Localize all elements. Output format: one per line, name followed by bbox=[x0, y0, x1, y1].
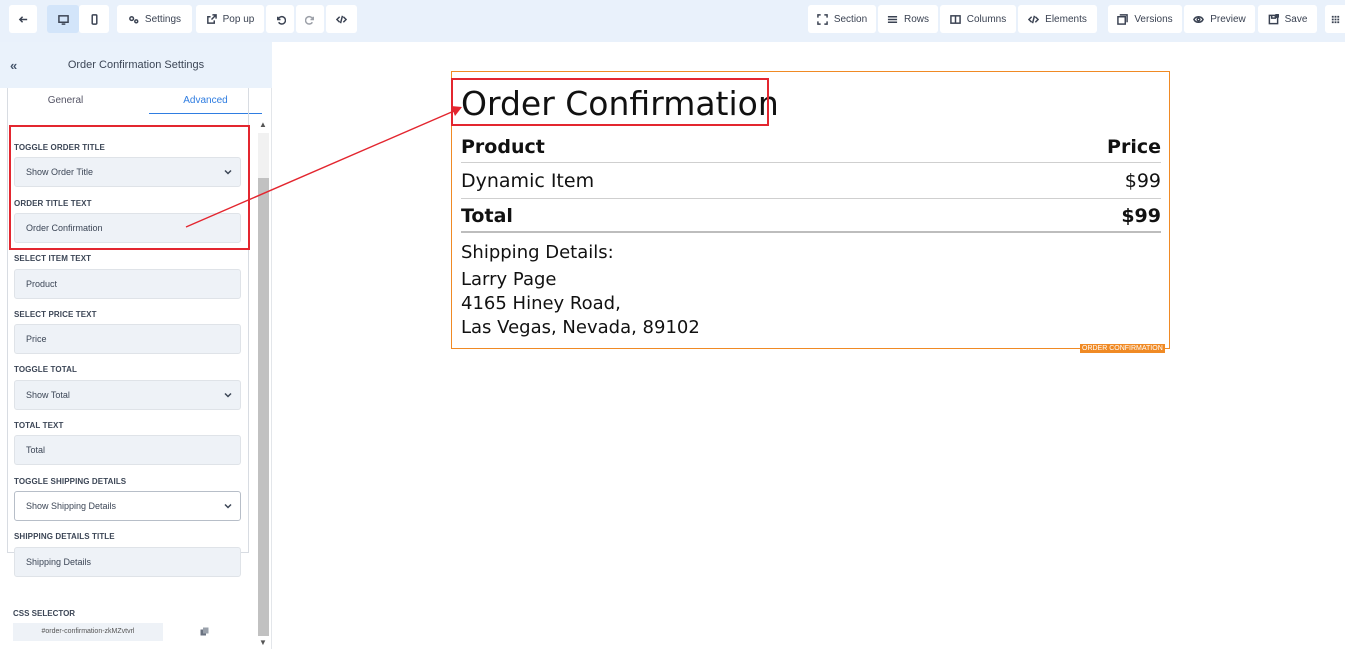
versions-label: Versions bbox=[1134, 13, 1173, 25]
rows-button[interactable]: Rows bbox=[878, 5, 938, 33]
mobile-icon bbox=[90, 13, 98, 25]
redo-icon bbox=[304, 15, 314, 25]
panel-header: « Order Confirmation Settings bbox=[0, 42, 272, 88]
field-label-total-text: TOTAL TEXT bbox=[14, 421, 64, 430]
shipping-title: Shipping Details: bbox=[461, 242, 614, 263]
css-selector-value[interactable]: #order-confirmation-zkMZvtvrl bbox=[13, 623, 163, 641]
highlight-box-preview bbox=[451, 78, 769, 126]
widget-tag: ORDER CONFIRMATION bbox=[1080, 344, 1165, 353]
total-label: Total bbox=[461, 205, 513, 227]
panel-title: Order Confirmation Settings bbox=[67, 59, 205, 71]
toggle-shipping-details-select[interactable]: Show Shipping Details bbox=[14, 491, 241, 521]
save-icon bbox=[1268, 13, 1279, 24]
rows-label: Rows bbox=[903, 13, 929, 25]
mobile-view-button[interactable] bbox=[79, 5, 109, 33]
settings-button[interactable]: Settings bbox=[117, 5, 192, 33]
field-label-shipping-details-title: SHIPPING DETAILS TITLE bbox=[14, 532, 115, 541]
divider bbox=[461, 162, 1161, 163]
eye-icon bbox=[1193, 15, 1205, 23]
section-button[interactable]: Section bbox=[808, 5, 876, 33]
columns-button[interactable]: Columns bbox=[940, 5, 1016, 33]
desktop-view-button[interactable] bbox=[47, 5, 79, 33]
item-price: $99 bbox=[1124, 170, 1161, 192]
chevron-down-icon bbox=[224, 502, 232, 510]
product-header: Product bbox=[461, 136, 545, 158]
preview-button[interactable]: Preview bbox=[1184, 5, 1255, 33]
desktop-icon bbox=[57, 14, 69, 25]
section-icon bbox=[816, 13, 828, 25]
copy-icon[interactable] bbox=[200, 627, 209, 636]
gears-icon bbox=[129, 15, 139, 24]
arrow-left-icon bbox=[18, 15, 27, 23]
divider bbox=[461, 198, 1161, 199]
undo-button[interactable] bbox=[266, 5, 294, 33]
save-button[interactable]: Save bbox=[1258, 5, 1317, 33]
popup-label: Pop up bbox=[222, 13, 255, 25]
external-link-icon bbox=[206, 13, 217, 24]
item-name: Dynamic Item bbox=[461, 170, 595, 192]
settings-label: Settings bbox=[144, 13, 182, 25]
rows-icon bbox=[887, 15, 898, 23]
css-selector-label: CSS SELECTOR bbox=[13, 609, 76, 618]
preview-label: Preview bbox=[1210, 13, 1246, 25]
select-value: Show Shipping Details bbox=[26, 501, 117, 511]
toggle-total-select[interactable]: Show Total bbox=[14, 380, 241, 410]
input-value: Shipping Details bbox=[26, 557, 92, 567]
select-item-text-input[interactable]: Product bbox=[14, 269, 241, 299]
select-value: Show Total bbox=[26, 390, 70, 400]
code-icon bbox=[1028, 15, 1040, 23]
grid-icon bbox=[1331, 15, 1339, 23]
redo-button[interactable] bbox=[296, 5, 324, 33]
versions-icon bbox=[1117, 13, 1129, 25]
code-icon bbox=[336, 15, 347, 23]
select-price-text-input[interactable]: Price bbox=[14, 324, 241, 354]
code-button[interactable] bbox=[326, 5, 357, 33]
columns-icon bbox=[949, 14, 961, 24]
input-value: Price bbox=[26, 334, 47, 344]
highlight-box-settings bbox=[9, 125, 250, 250]
input-value: Product bbox=[26, 279, 58, 289]
panel-scrollbar[interactable]: ▲ ▼ bbox=[257, 120, 269, 649]
input-value: Total bbox=[26, 445, 46, 455]
divider bbox=[461, 231, 1161, 233]
shipping-details-title-input[interactable]: Shipping Details bbox=[14, 547, 241, 577]
scrollbar-thumb[interactable] bbox=[258, 178, 269, 636]
field-label-select-price-text: SELECT PRICE TEXT bbox=[14, 310, 97, 319]
field-label-select-item-text: SELECT ITEM TEXT bbox=[14, 254, 92, 263]
total-text-input[interactable]: Total bbox=[14, 435, 241, 465]
shipping-line: Larry Page bbox=[461, 269, 557, 290]
undo-icon bbox=[276, 15, 286, 25]
shipping-line: Las Vegas, Nevada, 89102 bbox=[461, 317, 700, 338]
field-label-toggle-total: TOGGLE TOTAL bbox=[14, 365, 77, 374]
versions-button[interactable]: Versions bbox=[1108, 5, 1182, 33]
field-label-toggle-shipping-details: TOGGLE SHIPPING DETAILS bbox=[14, 477, 127, 486]
app-root: Settings Pop up Section Rows Columns Ele… bbox=[0, 0, 1345, 649]
apps-button[interactable] bbox=[1325, 5, 1345, 33]
columns-label: Columns bbox=[966, 13, 1007, 25]
section-label: Section bbox=[833, 13, 868, 25]
scroll-up-icon[interactable]: ▲ bbox=[259, 120, 267, 129]
elements-button[interactable]: Elements bbox=[1018, 5, 1097, 33]
elements-label: Elements bbox=[1045, 13, 1087, 25]
price-header: Price bbox=[1107, 136, 1161, 158]
save-label: Save bbox=[1284, 13, 1308, 25]
shipping-line: 4165 Hiney Road, bbox=[461, 293, 621, 314]
total-value: $99 bbox=[1121, 205, 1161, 227]
scroll-down-icon[interactable]: ▼ bbox=[259, 638, 267, 647]
chevron-down-icon bbox=[224, 391, 232, 399]
top-toolbar: Settings Pop up Section Rows Columns Ele… bbox=[0, 0, 1345, 42]
popup-button[interactable]: Pop up bbox=[196, 5, 264, 33]
back-button[interactable] bbox=[9, 5, 37, 33]
